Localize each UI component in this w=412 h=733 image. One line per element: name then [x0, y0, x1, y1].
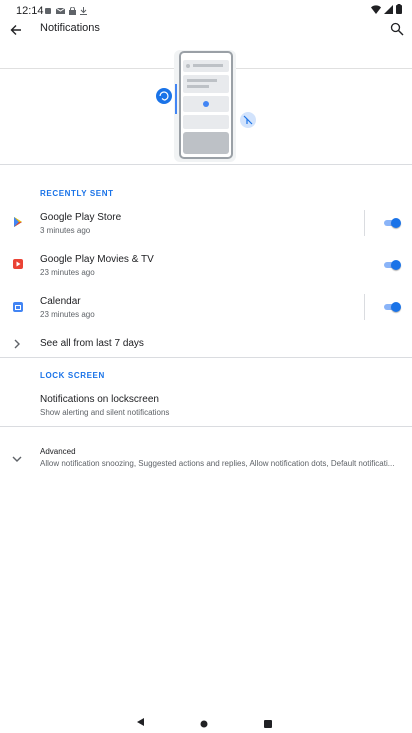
advanced-row[interactable]: Advanced Allow notification snoozing, Su… [0, 440, 412, 474]
page-title: Notifications [40, 22, 100, 34]
back-arrow-icon [10, 25, 21, 35]
app-row-calendar[interactable]: Calendar 23 minutes ago [0, 288, 412, 326]
app-time: 23 minutes ago [40, 268, 95, 277]
nav-recents-button[interactable] [264, 715, 274, 728]
signal-icon [384, 4, 393, 14]
lockscreen-notifications-row[interactable]: Notifications on lockscreen Show alertin… [0, 388, 412, 424]
nav-back-icon [137, 718, 144, 726]
lock-status-icon [69, 7, 76, 15]
play-store-icon [14, 217, 22, 227]
section-divider [0, 426, 412, 427]
app-name: Calendar [40, 296, 81, 307]
app-row-play-store[interactable]: Google Play Store 3 minutes ago [0, 204, 412, 242]
calendar-icon [13, 302, 23, 312]
nav-back-button[interactable] [136, 714, 148, 726]
notifications-illustration [0, 44, 412, 164]
see-all-row[interactable]: See all from last 7 days [0, 332, 412, 356]
gmail-icon [56, 7, 65, 14]
see-all-label: See all from last 7 days [40, 338, 144, 349]
chevron-down-icon [12, 456, 22, 462]
app-time: 3 minutes ago [40, 226, 91, 235]
navigation-bar [0, 708, 412, 732]
phone-illustration [156, 50, 256, 162]
play-store-toggle[interactable] [382, 218, 401, 228]
nav-home-button[interactable] [200, 715, 210, 728]
lock-screen-header: LOCK SCREEN [40, 371, 105, 380]
nav-home-icon [200, 720, 208, 728]
advanced-subtitle: Allow notification snoozing, Suggested a… [40, 459, 395, 468]
download-status-icon [80, 7, 87, 15]
search-icon [390, 22, 404, 36]
lockscreen-title: Notifications on lockscreen [40, 394, 159, 405]
play-movies-toggle[interactable] [382, 260, 401, 270]
wifi-icon [371, 4, 381, 14]
notification-icon [45, 8, 51, 14]
advanced-title: Advanced [40, 447, 76, 456]
search-button[interactable] [390, 22, 406, 38]
app-time: 23 minutes ago [40, 310, 95, 319]
chevron-right-icon [14, 339, 20, 349]
back-button[interactable] [8, 22, 24, 38]
app-row-play-movies[interactable]: Google Play Movies & TV 23 minutes ago [0, 246, 412, 284]
app-name: Google Play Movies & TV [40, 254, 154, 265]
recently-sent-header: RECENTLY SENT [40, 189, 114, 198]
status-bar: 12:14 [0, 0, 412, 24]
app-name: Google Play Store [40, 212, 122, 223]
play-movies-icon [13, 259, 23, 269]
row-divider [364, 210, 365, 236]
section-divider [0, 357, 412, 358]
illustration-divider [0, 164, 412, 165]
status-time: 12:14 [16, 5, 44, 17]
nav-recents-icon [264, 720, 272, 728]
calendar-toggle[interactable] [382, 302, 401, 312]
lockscreen-subtitle: Show alerting and silent notifications [40, 408, 170, 417]
row-divider [364, 294, 365, 320]
battery-icon [396, 4, 402, 14]
